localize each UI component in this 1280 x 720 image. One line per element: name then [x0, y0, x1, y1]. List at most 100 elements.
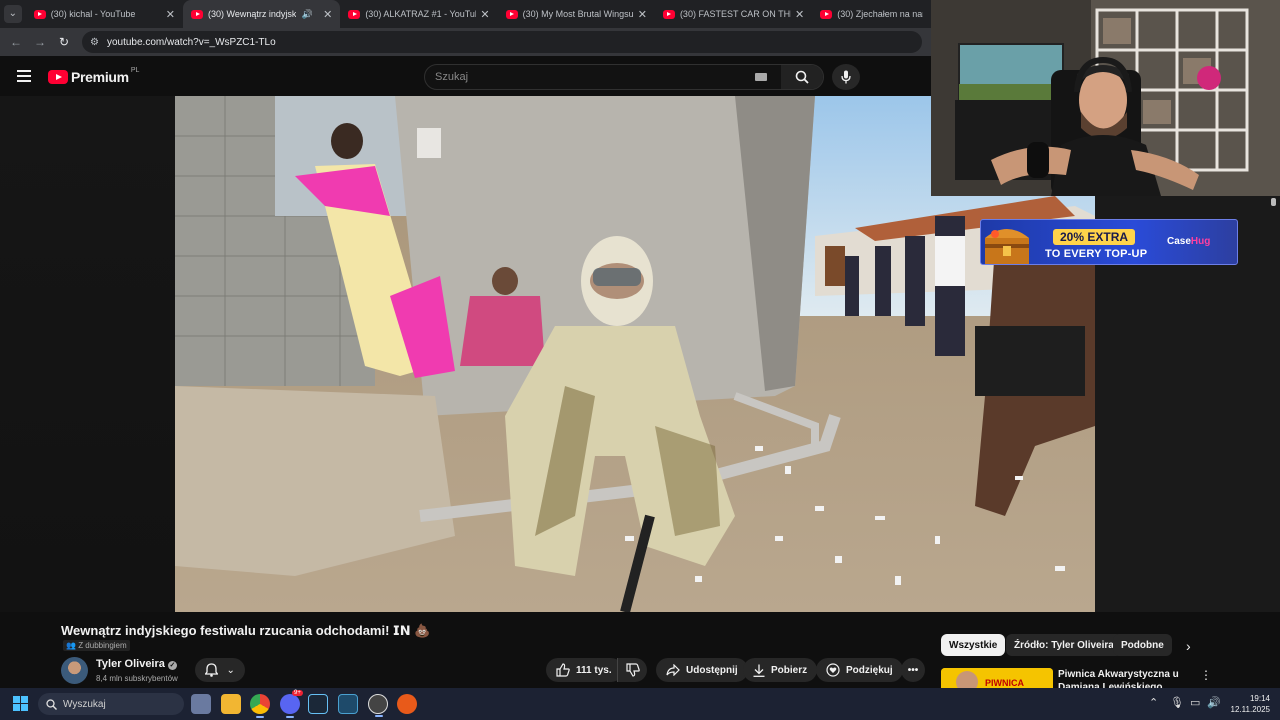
- reload-icon[interactable]: ↻: [52, 35, 76, 49]
- discord-badge: 9+: [292, 690, 303, 696]
- youtube-favicon-icon: [348, 9, 361, 19]
- speaker-icon[interactable]: 🔊: [302, 9, 313, 20]
- casehug-ad-banner[interactable]: 20% EXTRA TO EVERY TOP-UP CaseHug: [980, 219, 1238, 265]
- youtube-favicon-icon: [33, 9, 46, 19]
- youtube-header: Premium PL Szukaj: [0, 56, 931, 96]
- chevron-up-icon[interactable]: ⌃: [1149, 696, 1158, 709]
- youtube-favicon-icon: [505, 9, 518, 19]
- more-vertical-icon[interactable]: ⋮: [1200, 668, 1212, 682]
- windows-taskbar: Wyszukaj 9+ ⌃ 🎙 ▭ 🔊 19:14 12.11.2025: [0, 688, 1280, 720]
- thumbnail-text: PIWNICA: [985, 678, 1024, 688]
- clock-date: 12.11.2025: [1230, 705, 1270, 714]
- taskbar-search-label: Wyszukaj: [63, 698, 106, 710]
- youtube-favicon-icon: [820, 9, 833, 19]
- ad-brand: CaseHug: [1167, 236, 1210, 247]
- video-title: Wewnątrz indyjskiego festiwalu rzucania …: [61, 623, 431, 638]
- menu-icon[interactable]: [17, 70, 31, 82]
- ad-brand-a: Case: [1167, 236, 1191, 247]
- search-button[interactable]: [781, 65, 823, 89]
- thanks-heart-icon: [826, 663, 840, 677]
- youtube-favicon-icon: [191, 9, 203, 19]
- site-info-icon[interactable]: ⚙: [90, 37, 99, 48]
- tab-search-button[interactable]: ⌄: [0, 0, 26, 28]
- more-horizontal-icon: •••: [907, 664, 919, 676]
- chevron-down-icon: ⌄: [226, 664, 235, 676]
- thumbnail-image: PIWNICA: [941, 668, 1053, 688]
- tab-close-icon[interactable]: ✕: [480, 8, 489, 21]
- windows-start-icon[interactable]: [13, 696, 29, 712]
- back-arrow-icon[interactable]: ←: [4, 35, 28, 49]
- obs-icon[interactable]: [368, 694, 388, 717]
- steam-icon[interactable]: [308, 694, 328, 714]
- chevron-down-icon: ⌄: [3, 5, 22, 23]
- keyboard-icon[interactable]: [755, 73, 767, 81]
- webcam-image: [931, 0, 1280, 196]
- more-actions-button[interactable]: •••: [901, 658, 925, 682]
- discord-icon[interactable]: 9+: [280, 690, 303, 718]
- browser-tab-strip: ⌄ (30) kichal - YouTube ✕ (30) Wewnątrz …: [0, 0, 931, 28]
- youtube-logo[interactable]: Premium PL: [48, 66, 140, 85]
- channel-avatar[interactable]: [61, 657, 88, 684]
- thumbs-up-icon: [556, 663, 570, 677]
- browser-tab[interactable]: (30) ALKATRAZ #1 - YouTube ✕: [340, 0, 497, 28]
- tab-title: (30) kichal - YouTube: [50, 9, 136, 19]
- thanks-button[interactable]: Podziękuj: [816, 658, 903, 682]
- chrome-icon[interactable]: [250, 694, 270, 718]
- chip-source[interactable]: Źródło: Tyler Oliveira: [1006, 634, 1122, 656]
- microphone-icon: [841, 70, 851, 84]
- browser-tab[interactable]: (30) FASTEST CAR ON THE PLANET ✕: [655, 0, 812, 28]
- channel-name[interactable]: Tyler Oliveira: [96, 658, 165, 670]
- ad-brand-b: Hug: [1190, 236, 1211, 247]
- task-view-icon[interactable]: [191, 694, 211, 714]
- search-icon: [46, 698, 57, 710]
- subscription-bell-button[interactable]: ⌄: [195, 658, 245, 682]
- address-bar[interactable]: ⚙ youtube.com/watch?v=_WsPZC1-TLo: [82, 31, 922, 53]
- search-input[interactable]: Szukaj: [425, 71, 755, 83]
- tab-close-icon[interactable]: ✕: [166, 8, 175, 21]
- taskbar-search[interactable]: Wyszukaj: [38, 693, 184, 715]
- tab-title: (30) My Most Brutal Wingsuit Flight: [522, 9, 634, 19]
- tab-close-icon[interactable]: ✕: [795, 8, 804, 21]
- file-explorer-icon[interactable]: [221, 694, 241, 714]
- clock-time: 19:14: [1249, 694, 1270, 703]
- share-button[interactable]: Udostępnij: [656, 658, 748, 682]
- search-box: Szukaj: [424, 64, 824, 90]
- browser-tab-active[interactable]: (30) Wewnątrz indyjskiego festiwalu 🔊 ✕: [183, 0, 341, 28]
- like-count: 111 tys.: [576, 664, 612, 676]
- tab-title: (30) FASTEST CAR ON THE PLANET: [679, 9, 791, 19]
- tab-title: (30) Zjechałem na nartach: [837, 9, 923, 19]
- volume-icon[interactable]: 🔊: [1207, 696, 1221, 709]
- country-code: PL: [130, 66, 140, 74]
- bell-icon: [205, 663, 219, 677]
- chip-all[interactable]: Wszystkie: [941, 634, 1006, 656]
- tab-close-icon[interactable]: ✕: [323, 8, 332, 21]
- tab-title: (30) ALKATRAZ #1 - YouTube: [365, 9, 477, 19]
- share-label: Udostępnij: [686, 664, 738, 676]
- app-icon[interactable]: [338, 694, 358, 714]
- microphone-tray-icon[interactable]: 🎙: [1170, 696, 1184, 709]
- forward-arrow-icon[interactable]: →: [28, 35, 52, 49]
- browser-tab[interactable]: (30) My Most Brutal Wingsuit Flight ✕: [498, 0, 655, 28]
- download-label: Pobierz: [771, 664, 808, 676]
- dubbing-badge: 👥 Z dubbingiem: [63, 640, 130, 651]
- recommendation-thumbnail[interactable]: PIWNICA: [941, 668, 1053, 688]
- search-icon: [795, 70, 809, 84]
- browser-tab[interactable]: (30) Zjechałem na nartach: [812, 0, 931, 28]
- ambient-backdrop: [0, 96, 175, 612]
- app-icon-orange[interactable]: [397, 694, 417, 714]
- chip-related[interactable]: Podobne: [1113, 634, 1172, 656]
- download-icon: [753, 664, 765, 677]
- chevron-right-icon[interactable]: ›: [1186, 638, 1191, 654]
- tab-title: (30) Wewnątrz indyjskiego festiwalu: [208, 9, 296, 19]
- channel-name-row[interactable]: Tyler Oliveira ✓: [96, 658, 177, 670]
- like-button[interactable]: 111 tys.: [546, 658, 623, 682]
- browser-tab[interactable]: (30) kichal - YouTube ✕: [26, 0, 183, 28]
- dislike-button[interactable]: [617, 658, 647, 682]
- display-icon[interactable]: ▭: [1190, 696, 1200, 709]
- tab-close-icon[interactable]: ✕: [638, 8, 647, 21]
- download-button[interactable]: Pobierz: [743, 658, 818, 682]
- video-info-area: Wewnątrz indyjskiego festiwalu rzucania …: [0, 612, 1280, 693]
- scrollbar-thumb[interactable]: [1271, 198, 1276, 206]
- system-clock[interactable]: 19:14 12.11.2025: [1226, 693, 1270, 715]
- voice-search-button[interactable]: [832, 64, 860, 90]
